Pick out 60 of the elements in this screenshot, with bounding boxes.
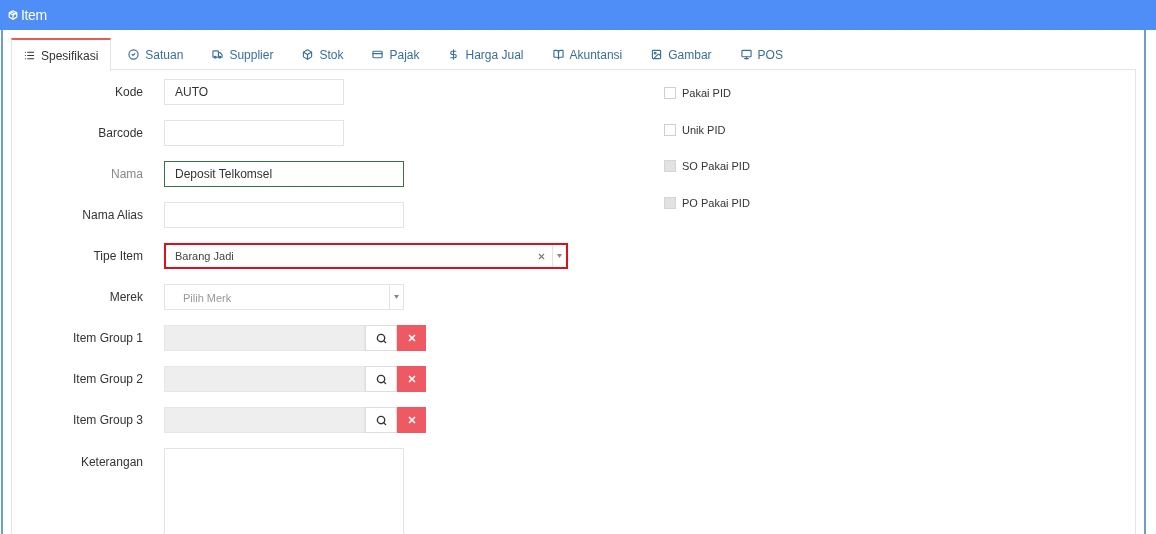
clear-icon[interactable] xyxy=(537,251,546,261)
search-icon xyxy=(375,373,387,385)
search-button[interactable] xyxy=(365,366,397,392)
card-icon xyxy=(372,49,384,60)
book-icon xyxy=(552,49,564,60)
close-icon xyxy=(406,415,417,425)
tab[interactable]: Supplier xyxy=(200,38,286,71)
tab[interactable]: Stok xyxy=(290,38,356,71)
tab[interactable]: Satuan xyxy=(116,38,196,71)
field-label: Kode xyxy=(113,84,143,101)
checkbox[interactable] xyxy=(664,123,676,136)
tab[interactable]: POS xyxy=(728,38,795,71)
tab[interactable]: Akuntansi xyxy=(540,38,635,71)
close-icon xyxy=(406,374,417,384)
field-label: Tipe Item xyxy=(92,248,143,265)
caret-icon[interactable] xyxy=(394,295,399,299)
text-field[interactable] xyxy=(164,202,404,228)
search-icon xyxy=(375,332,387,344)
field-label: Nama xyxy=(110,166,143,183)
checkbox-label: SO Pakai PID xyxy=(682,159,750,174)
window-title: Item xyxy=(21,5,47,25)
check-circle-icon xyxy=(128,49,140,60)
monitor-icon xyxy=(740,49,752,60)
lookup-field[interactable] xyxy=(164,325,365,351)
select-value: Barang Jadi xyxy=(174,248,235,264)
text-field[interactable]: Deposit Telkomsel xyxy=(164,161,404,187)
box-icon xyxy=(302,49,314,60)
dollar-icon xyxy=(448,49,460,60)
caret-icon[interactable] xyxy=(557,254,562,258)
list-icon xyxy=(24,50,35,61)
checkbox-label: PO Pakai PID xyxy=(682,195,750,211)
checkbox-label: Pakai PID xyxy=(682,86,731,101)
close-icon xyxy=(406,333,417,343)
search-icon xyxy=(375,414,387,426)
field-label: Nama Alias xyxy=(81,207,143,224)
field-label: Item Group 3 xyxy=(71,412,143,429)
lookup-field[interactable] xyxy=(164,407,365,433)
select-field[interactable]: Pilih Merk xyxy=(164,284,404,310)
tab[interactable]: Pajak xyxy=(360,38,432,71)
field-label: Barcode xyxy=(97,125,143,142)
textarea-field[interactable] xyxy=(164,448,404,534)
select-placeholder: Pilih Merk xyxy=(182,291,233,307)
checkbox[interactable] xyxy=(664,87,676,100)
image-icon xyxy=(651,49,663,60)
lookup-field[interactable] xyxy=(164,366,365,392)
search-button[interactable] xyxy=(365,407,397,433)
search-button[interactable] xyxy=(365,325,397,351)
tab[interactable]: Gambar xyxy=(639,38,724,71)
text-field[interactable] xyxy=(164,120,344,146)
truck-icon xyxy=(212,49,224,60)
select-field[interactable]: Barang Jadi xyxy=(164,243,568,269)
tab[interactable]: Spesifikasi xyxy=(11,38,112,71)
checkbox-label: Unik PID xyxy=(682,122,726,138)
field-label: Keterangan xyxy=(79,454,143,471)
box-icon xyxy=(8,10,18,20)
tab[interactable]: Harga Jual xyxy=(436,38,536,71)
field-label: Item Group 1 xyxy=(71,330,143,347)
field-label: Item Group 2 xyxy=(71,371,143,388)
field-label: Merek xyxy=(108,289,143,306)
text-field[interactable]: AUTO xyxy=(164,79,344,105)
